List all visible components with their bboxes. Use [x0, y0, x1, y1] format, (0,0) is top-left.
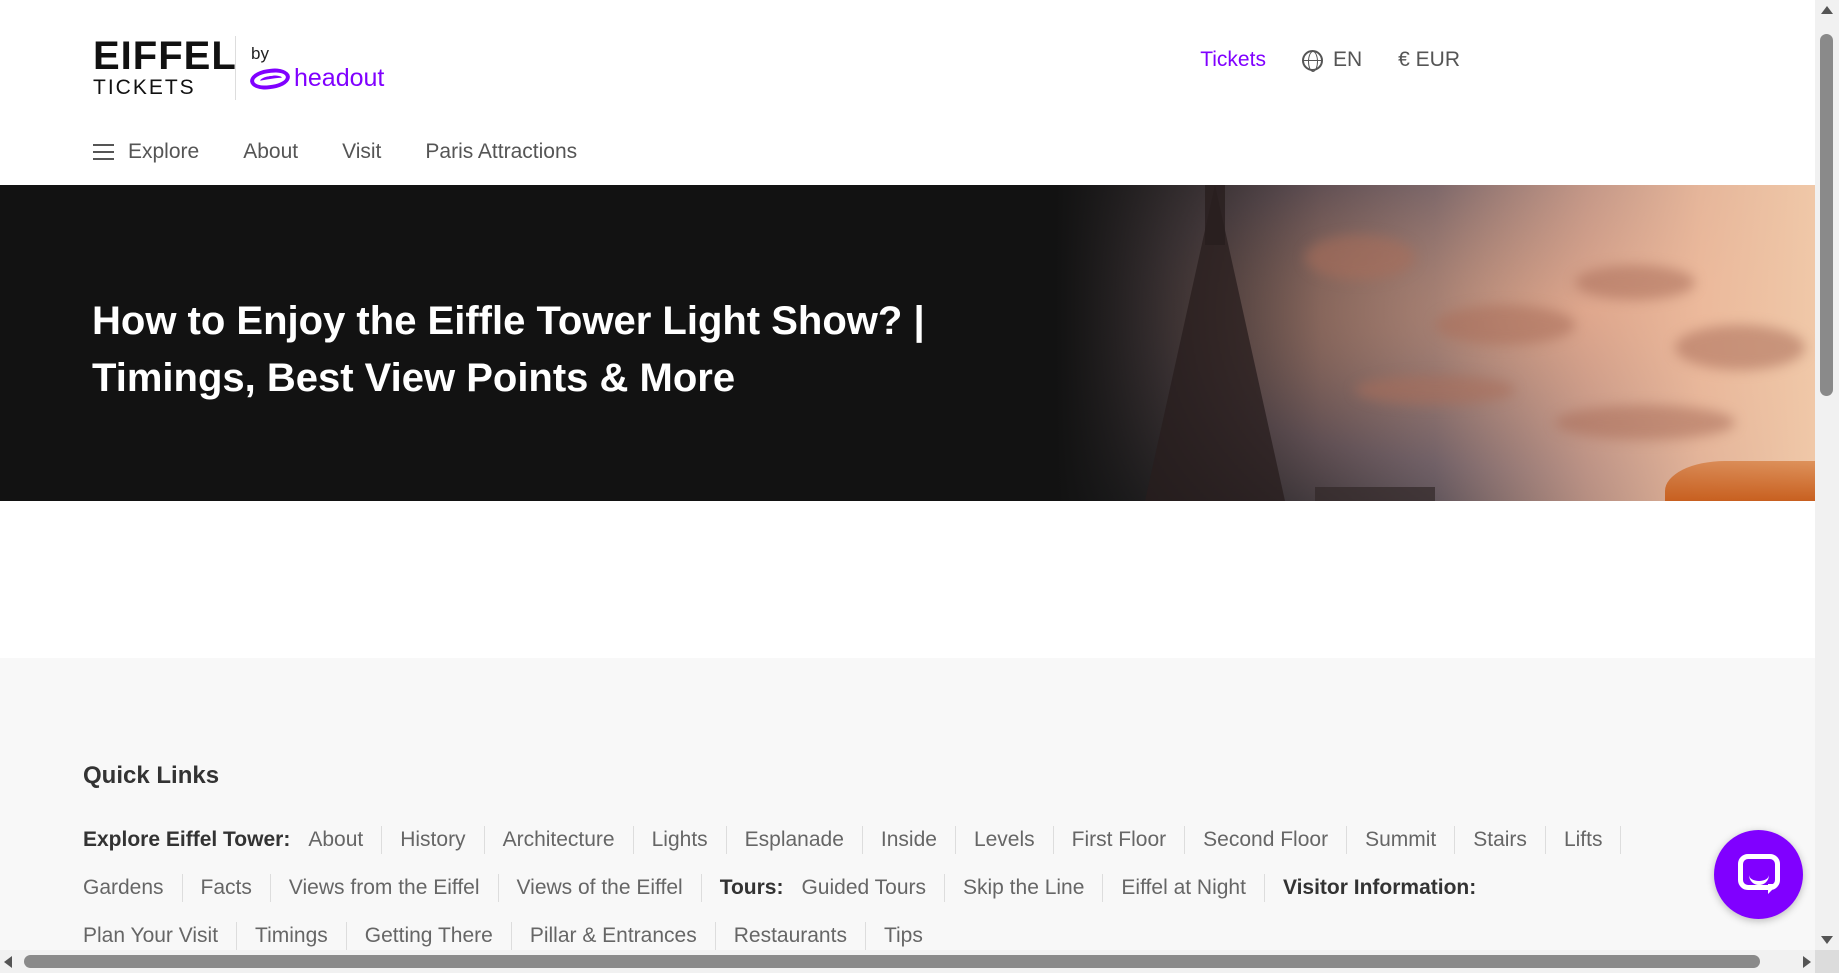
quick-links-heading-visitor-information: Visitor Information: — [1282, 876, 1477, 899]
logo-divider — [235, 36, 236, 100]
horizontal-scrollbar[interactable] — [0, 950, 1815, 973]
quick-link[interactable]: Views of the Eiffel — [499, 874, 702, 902]
quick-link[interactable]: About — [308, 826, 383, 854]
quick-link[interactable]: Timings — [237, 922, 347, 950]
quick-link[interactable]: Summit — [1347, 826, 1456, 854]
page-title: How to Enjoy the Eiffle Tower Light Show… — [92, 299, 925, 400]
headout-logo-text: headout — [294, 64, 385, 92]
scroll-down-arrow-icon[interactable] — [1821, 936, 1833, 944]
chat-button[interactable] — [1714, 830, 1803, 919]
quick-link[interactable]: Gardens — [83, 874, 183, 902]
quick-link[interactable]: Levels — [956, 826, 1054, 854]
quick-links-section: Quick Links Explore Eiffel Tower: About … — [0, 658, 1815, 950]
globe-icon — [1301, 49, 1323, 72]
tickets-link[interactable]: Tickets — [1200, 48, 1266, 72]
hero-banner: How to Enjoy the Eiffle Tower Light Show… — [0, 185, 1815, 501]
quick-link[interactable]: Plan Your Visit — [83, 922, 238, 950]
main-nav: Explore About Visit Paris Attractions — [93, 140, 621, 164]
quick-link[interactable]: Inside — [863, 826, 956, 854]
vertical-scrollbar[interactable] — [1815, 0, 1839, 950]
quick-link[interactable]: Facts — [183, 874, 271, 902]
quick-link[interactable]: Lights — [634, 826, 727, 854]
nav-about[interactable]: About — [243, 140, 298, 164]
page: EIFFEL TICKETS by headout Tickets EN € E… — [0, 0, 1815, 950]
currency-selector[interactable]: € EUR — [1398, 48, 1460, 72]
nav-visit[interactable]: Visit — [342, 140, 381, 164]
quick-link[interactable]: Esplanade — [727, 826, 863, 854]
quick-link[interactable]: Guided Tours — [801, 874, 945, 902]
quick-link[interactable]: First Floor — [1054, 826, 1186, 854]
quick-link[interactable]: Eiffel at Night — [1103, 874, 1265, 902]
language-selector[interactable]: EN — [1301, 48, 1363, 72]
headout-logo-icon — [248, 65, 292, 92]
scroll-right-arrow-icon[interactable] — [1803, 956, 1811, 968]
vertical-scrollbar-thumb[interactable] — [1820, 34, 1833, 396]
quick-link[interactable]: Lifts — [1546, 826, 1622, 854]
quick-link[interactable]: Restaurants — [716, 922, 866, 950]
horizontal-scrollbar-thumb[interactable] — [24, 955, 1760, 968]
quick-link[interactable]: Tips — [866, 922, 941, 950]
quick-links-list: Explore Eiffel Tower: About History Arch… — [83, 816, 1703, 950]
quick-links-heading-explore: Explore Eiffel Tower: — [83, 828, 291, 851]
headout-logo: headout — [248, 64, 385, 93]
quick-link[interactable]: Architecture — [485, 826, 634, 854]
nav-paris-attractions[interactable]: Paris Attractions — [425, 140, 577, 164]
quick-link[interactable]: History — [382, 826, 485, 854]
scroll-up-arrow-icon[interactable] — [1821, 6, 1833, 14]
quick-links-title: Quick Links — [83, 762, 220, 789]
quick-link[interactable]: Pillar & Entrances — [512, 922, 716, 950]
hero-eiffel-tower-image — [1055, 185, 1815, 501]
quick-links-heading-tours: Tours: — [719, 876, 784, 899]
header-actions: Tickets EN € EUR — [1200, 48, 1460, 72]
scrollbar-corner — [1815, 950, 1839, 973]
quick-link[interactable]: Second Floor — [1185, 826, 1348, 854]
quick-link[interactable]: Skip the Line — [945, 874, 1104, 902]
eiffel-tickets-logo[interactable]: EIFFEL TICKETS by headout — [93, 36, 593, 100]
nav-explore[interactable]: Explore — [93, 140, 199, 164]
quick-link[interactable]: Stairs — [1455, 826, 1546, 854]
logo-by-text: by — [251, 44, 269, 63]
nav-explore-label: Explore — [128, 140, 200, 163]
scroll-left-arrow-icon[interactable] — [4, 956, 12, 968]
site-header: EIFFEL TICKETS by headout Tickets EN € E… — [0, 0, 1815, 185]
hamburger-menu-icon — [93, 144, 114, 160]
language-label: EN — [1332, 48, 1363, 71]
quick-link[interactable]: Views from the Eiffel — [271, 874, 499, 902]
quick-link[interactable]: Getting There — [347, 922, 512, 950]
